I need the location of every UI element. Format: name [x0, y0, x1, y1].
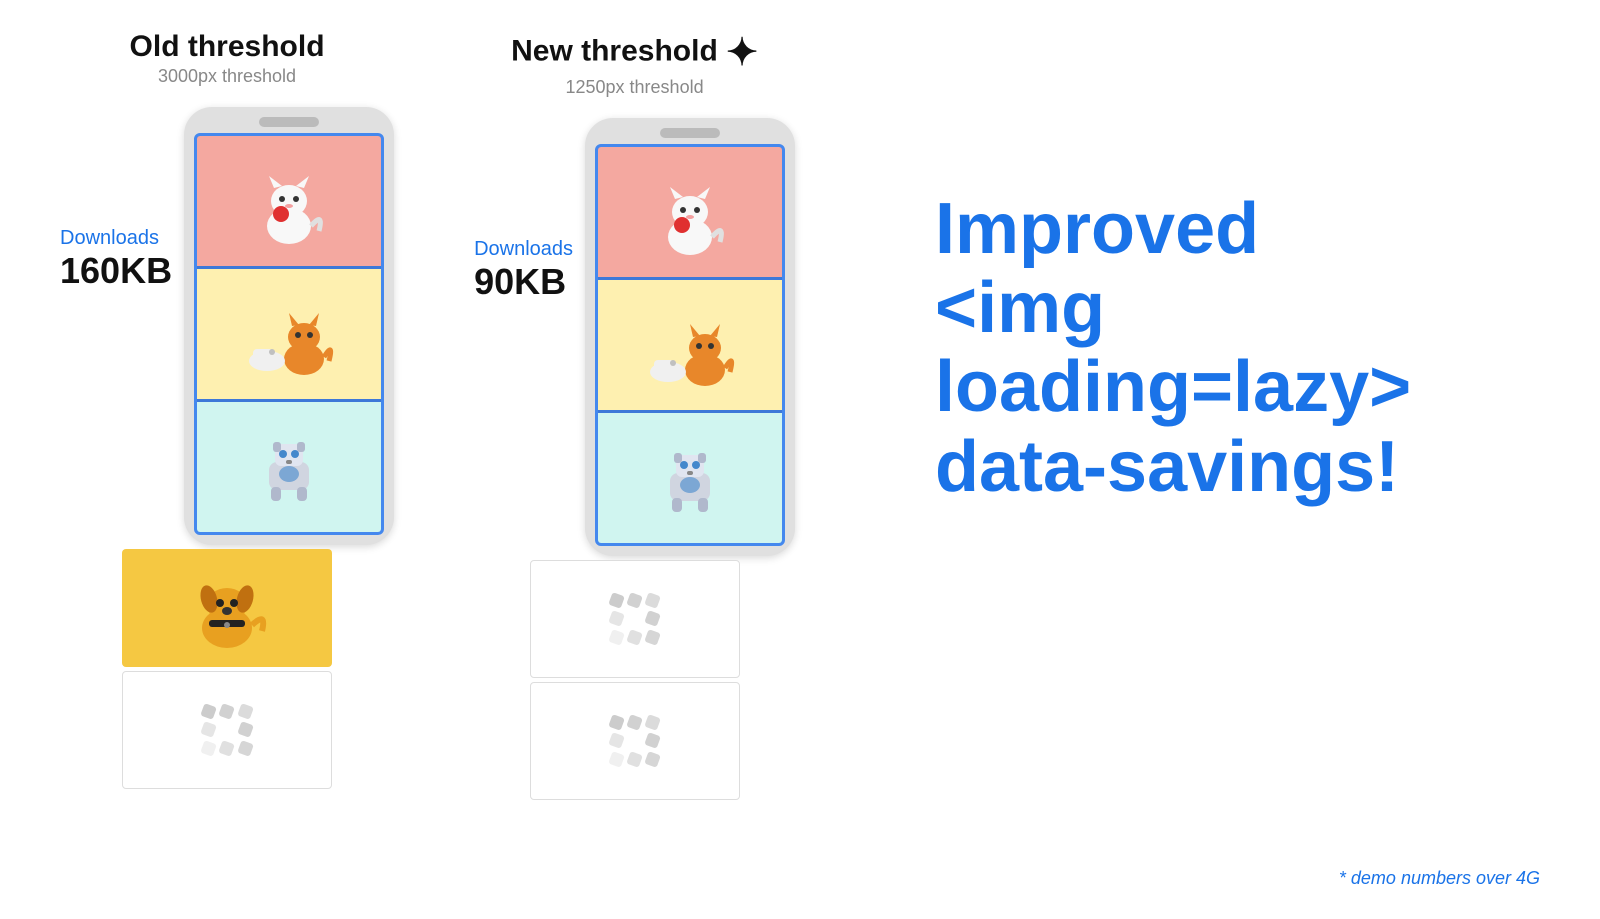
old-loading-icon: [202, 705, 252, 755]
old-phone-screen: [194, 133, 384, 535]
old-downloads-size: 160KB: [60, 250, 172, 292]
new-loading-icon-1: [610, 594, 660, 644]
old-orange-cat-image: [197, 269, 381, 399]
old-downloads-label: Downloads: [60, 227, 159, 250]
new-phone-screen: [595, 144, 785, 546]
right-section: Improved <img loading=lazy> data-savings…: [875, 30, 1540, 507]
new-downloads-size: 90KB: [474, 261, 566, 303]
img-loading-text: <img loading=lazy>: [935, 268, 1411, 427]
new-loading-image-1: [530, 560, 740, 678]
old-below-phone: [122, 549, 332, 789]
old-threshold-column: Old threshold 3000px threshold Downloads…: [60, 30, 394, 789]
new-orange-cat-image: [598, 280, 782, 410]
cat-svg-old: [239, 156, 339, 246]
new-threshold-subtitle: 1250px threshold: [511, 77, 758, 98]
new-below-phone: [530, 560, 740, 800]
new-loading-icon-2: [610, 716, 660, 766]
improved-title: Improved: [935, 190, 1540, 269]
cat-svg-new: [640, 167, 740, 257]
new-downloads-label-area: Downloads 90KB: [474, 118, 585, 303]
new-downloads-row: Downloads 90KB: [474, 118, 795, 556]
phone-notch-old: [259, 117, 319, 127]
new-loading-image-2: [530, 682, 740, 800]
demo-note: * demo numbers over 4G: [1339, 868, 1540, 889]
new-threshold-title: New threshold ✦: [511, 30, 758, 75]
new-title-text: New threshold: [511, 34, 718, 67]
phone-notch-new: [660, 128, 720, 138]
old-threshold-header: Old threshold 3000px threshold: [130, 30, 325, 87]
old-cat-image: [197, 136, 381, 266]
robot-svg-old: [239, 422, 339, 512]
orange-cat-svg-old: [239, 289, 339, 379]
old-loading-image: [122, 671, 332, 789]
sparkle-icon: ✦: [726, 30, 758, 75]
old-threshold-title: Old threshold: [130, 30, 325, 64]
old-yellow-dog-image: [122, 549, 332, 667]
old-threshold-subtitle: 3000px threshold: [130, 66, 325, 87]
img-loading-line: <img loading=lazy>: [935, 269, 1540, 427]
old-downloads-label-area: Downloads 160KB: [60, 107, 184, 292]
new-phone-mockup: [585, 118, 795, 556]
new-threshold-column: New threshold ✦ 1250px threshold Downloa…: [474, 30, 795, 800]
old-robot-image: [197, 402, 381, 532]
new-downloads-label: Downloads: [474, 238, 573, 261]
old-downloads-row: Downloads 160KB: [60, 107, 394, 545]
new-cat-image: [598, 147, 782, 277]
robot-svg-new: [640, 433, 740, 523]
orange-cat-svg-new: [640, 300, 740, 390]
new-robot-image: [598, 413, 782, 543]
yellow-dog-svg: [177, 563, 277, 653]
new-threshold-header: New threshold ✦ 1250px threshold: [511, 30, 758, 98]
data-savings-line: data-savings!: [935, 428, 1540, 507]
old-phone-mockup: [184, 107, 394, 545]
